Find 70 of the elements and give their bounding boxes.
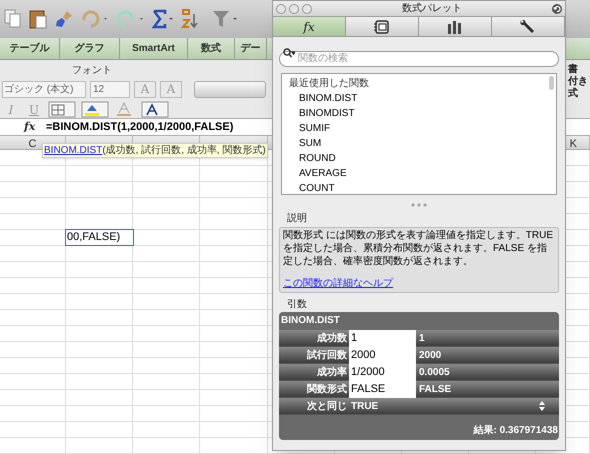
back-arrow-icon[interactable] (552, 4, 562, 14)
brush-icon[interactable] (54, 9, 74, 29)
argument-field[interactable]: FALSE (349, 380, 416, 398)
minimize-button[interactable] (289, 4, 299, 14)
resize-handle-icon[interactable] (411, 203, 427, 207)
result-text: 結果: 0.367971438 (473, 424, 559, 438)
font-size-dropdown[interactable]: 12 (90, 81, 130, 98)
argument-label: 関数形式 (306, 382, 348, 396)
ribbon-label: 書 (568, 64, 579, 76)
function-tooltip: BINOM.DIST(成功数, 試行回数, 成功率, 関数形式) (42, 143, 268, 158)
ribbon-tab[interactable]: SmartArt (120, 38, 188, 59)
ribbon-tab[interactable]: 数式 (188, 38, 235, 59)
font-name-dropdown[interactable]: ゴシック (本文) (2, 81, 86, 98)
search-icon (283, 48, 295, 58)
window-title: 数式パレット (401, 2, 463, 16)
argument-label: 試行回数 (306, 348, 348, 362)
palette-tab[interactable]: fx (273, 17, 346, 36)
fill-color-icon[interactable] (81, 101, 109, 118)
group-label: フォント (72, 64, 112, 78)
ribbon-tab[interactable]: デー (235, 38, 267, 59)
argument-value: 2000 (419, 348, 442, 362)
function-item[interactable]: AVERAGE (299, 166, 347, 181)
clipboard-icon[interactable] (28, 8, 48, 30)
argument-value: 1 (419, 332, 425, 346)
function-item[interactable]: ROUND (299, 151, 336, 166)
search-field[interactable]: 関数の検索 (279, 50, 559, 66)
function-item[interactable]: BINOM.DIST (299, 91, 358, 106)
description-text: 関数形式 には関数の形式を表す論理値を指定します。TRUE を指定した場合、累積分布関数が返されます。FALSE を指定した場合、確率密度関数が返されます。 (283, 229, 554, 268)
function-item[interactable]: COUNT (299, 181, 335, 194)
function-item[interactable]: BINOMDIST (299, 106, 355, 121)
copy-icon[interactable] (4, 9, 22, 29)
ribbon-label: 付き (568, 76, 588, 88)
argument-field[interactable]: 1/2000 (349, 364, 416, 380)
argument-label: 成功数 (316, 332, 348, 346)
text-style-icon[interactable] (141, 101, 169, 118)
borders-icon[interactable] (48, 101, 76, 118)
sum-icon[interactable] (152, 9, 174, 29)
filter-icon[interactable] (212, 9, 238, 29)
palette-tab[interactable] (419, 17, 492, 36)
section-label: 引数 (287, 298, 308, 312)
stepper-icon (539, 401, 545, 411)
value-dropdown[interactable]: TRUE (349, 398, 559, 414)
list-header: 最近使用した関数 (289, 76, 369, 91)
active-cell[interactable]: 00,FALSE) (65, 229, 134, 246)
bar-chart-icon (447, 20, 463, 34)
function-button[interactable]: fx (24, 118, 40, 136)
argument-field[interactable]: 1 (349, 330, 416, 346)
zoom-button[interactable] (302, 4, 312, 14)
argument-label: 成功率 (316, 365, 348, 380)
ribbon-tab[interactable]: テーブル (0, 38, 60, 59)
column-header[interactable]: K (570, 136, 577, 149)
palette-tab[interactable] (346, 17, 419, 36)
close-button[interactable] (276, 4, 286, 14)
help-link[interactable]: この関数の詳細なヘルプ (283, 276, 555, 291)
scrollbar-thumb[interactable] (549, 76, 554, 90)
ribbon-tab[interactable]: グラフ (60, 38, 120, 59)
argument-value: 0.0005 (419, 366, 450, 380)
argument-field[interactable]: 2000 (349, 346, 416, 364)
function-item[interactable]: SUM (299, 136, 322, 151)
function-name: BINOM.DIST (280, 314, 341, 328)
argument-label: 次と同じ (306, 400, 348, 414)
function-item[interactable]: SUMIF (299, 121, 330, 136)
section-label: 説明 (287, 212, 308, 226)
formula-builder-icon (374, 20, 390, 34)
formula-text[interactable]: =BINOM.DIST(1,2000,1/2000,FALSE) (46, 118, 234, 136)
palette-tab[interactable] (492, 17, 565, 36)
ribbon-label: 式 (568, 88, 579, 100)
column-header[interactable]: C (28, 136, 36, 149)
argument-value: FALSE (419, 382, 452, 396)
wrench-icon (520, 20, 536, 34)
